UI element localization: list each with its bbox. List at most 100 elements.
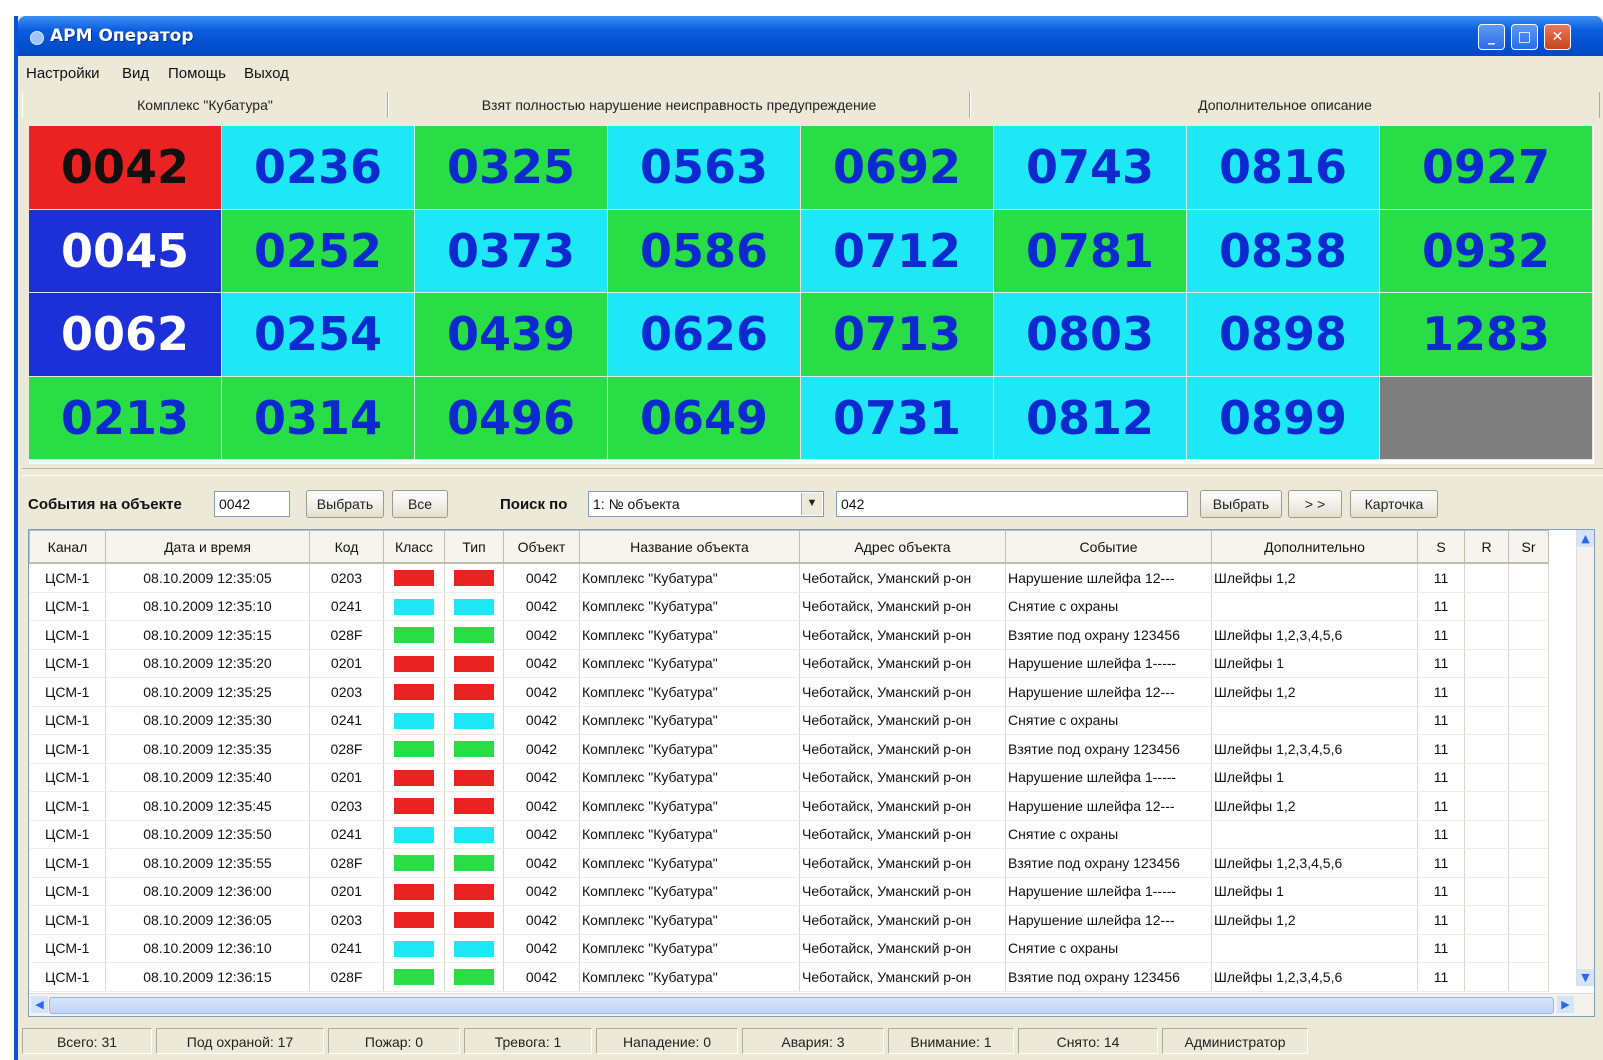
object-tile[interactable]: 0838 bbox=[1187, 209, 1380, 293]
table-row[interactable]: ЦСМ-1 08.10.2009 12:35:55 028F 0042 Комплекс… bbox=[29, 848, 1549, 878]
search-by-select[interactable]: 1: № объекта ▼ bbox=[588, 491, 824, 517]
column-header[interactable]: Тип bbox=[444, 530, 504, 564]
table-row[interactable]: ЦСМ-1 08.10.2009 12:35:40 0201 0042 Комплекс… bbox=[29, 763, 1549, 792]
object-number-input[interactable]: 0042 bbox=[214, 491, 290, 517]
table-row[interactable]: ЦСМ-1 08.10.2009 12:36:00 0201 0042 Комплекс… bbox=[29, 877, 1549, 906]
scroll-right-icon[interactable]: ▶ bbox=[1557, 996, 1574, 1013]
vertical-scrollbar[interactable]: ▲ ▼ bbox=[1576, 530, 1594, 986]
table-row[interactable]: ЦСМ-1 08.10.2009 12:35:45 0203 0042 Комплекс… bbox=[29, 791, 1549, 821]
close-button[interactable]: ✕ bbox=[1544, 24, 1571, 50]
object-tile[interactable]: 0586 bbox=[608, 209, 801, 293]
cell-object: 0042 bbox=[503, 677, 580, 707]
scroll-left-icon[interactable]: ◀ bbox=[31, 996, 48, 1013]
cell-class bbox=[383, 620, 445, 650]
column-header[interactable]: Канал bbox=[29, 530, 106, 564]
next-button[interactable]: > > bbox=[1288, 490, 1342, 518]
legend-states: Взят полностью нарушение неисправность п… bbox=[388, 92, 970, 118]
horizontal-scrollbar[interactable]: ◀ ▶ bbox=[29, 993, 1594, 1016]
cell-extra: Шлейфы 1,2,3,4,5,6 bbox=[1211, 620, 1418, 650]
cell-code: 0203 bbox=[309, 563, 384, 593]
object-tile[interactable]: 0816 bbox=[1187, 126, 1380, 210]
search-input[interactable]: 042 bbox=[836, 491, 1188, 517]
table-row[interactable]: ЦСМ-1 08.10.2009 12:35:05 0203 0042 Комплекс… bbox=[29, 563, 1549, 593]
object-tile[interactable]: 0236 bbox=[222, 126, 415, 210]
object-tile[interactable]: 0439 bbox=[415, 293, 608, 377]
object-tile[interactable]: 0314 bbox=[222, 376, 415, 460]
object-tile[interactable]: 0712 bbox=[801, 209, 994, 293]
object-tile[interactable]: 0045 bbox=[29, 209, 222, 293]
object-tile[interactable]: 0252 bbox=[222, 209, 415, 293]
title-bar[interactable]: АРМ Оператор _ □ ✕ bbox=[18, 16, 1603, 56]
table-row[interactable]: ЦСМ-1 08.10.2009 12:35:20 0201 0042 Комплекс… bbox=[29, 649, 1549, 678]
menu-settings[interactable]: Настройки bbox=[26, 65, 100, 82]
object-tile[interactable]: 0932 bbox=[1380, 209, 1593, 293]
menu-help[interactable]: Помощь bbox=[168, 65, 226, 82]
class-color-swatch bbox=[394, 627, 434, 644]
cell-sr bbox=[1508, 706, 1549, 735]
minimize-button[interactable]: _ bbox=[1478, 24, 1505, 50]
table-row[interactable]: ЦСМ-1 08.10.2009 12:35:35 028F 0042 Комплекс… bbox=[29, 734, 1549, 764]
column-header[interactable]: Объект bbox=[503, 530, 580, 564]
cell-extra: Шлейфы 1 bbox=[1211, 649, 1418, 678]
chevron-down-icon[interactable]: ▼ bbox=[801, 493, 822, 515]
maximize-button[interactable]: □ bbox=[1511, 24, 1538, 50]
object-tile[interactable]: 0213 bbox=[29, 376, 222, 460]
object-tile[interactable]: 0803 bbox=[994, 293, 1187, 377]
column-header[interactable]: Адрес объекта bbox=[799, 530, 1006, 564]
object-tile[interactable]: 0812 bbox=[994, 376, 1187, 460]
object-tile[interactable]: 0898 bbox=[1187, 293, 1380, 377]
table-row[interactable]: ЦСМ-1 08.10.2009 12:36:15 028F 0042 Комплекс… bbox=[29, 962, 1549, 992]
table-row[interactable]: ЦСМ-1 08.10.2009 12:35:15 028F 0042 Комплекс… bbox=[29, 620, 1549, 650]
cell-address: Чеботайск, Уманский р-он bbox=[799, 934, 1006, 963]
object-tile[interactable]: 0373 bbox=[415, 209, 608, 293]
scroll-down-icon[interactable]: ▼ bbox=[1577, 969, 1594, 986]
object-tile[interactable]: 0649 bbox=[608, 376, 801, 460]
column-header[interactable]: Класс bbox=[383, 530, 445, 564]
cell-event: Взятие под охрану 123456 bbox=[1005, 962, 1212, 992]
scroll-up-icon[interactable]: ▲ bbox=[1577, 530, 1594, 547]
cell-object: 0042 bbox=[503, 734, 580, 764]
object-tile[interactable]: 0692 bbox=[801, 126, 994, 210]
object-tile[interactable]: 0731 bbox=[801, 376, 994, 460]
search-select-button[interactable]: Выбрать bbox=[1200, 490, 1282, 518]
table-row[interactable]: ЦСМ-1 08.10.2009 12:35:30 0241 0042 Комплекс… bbox=[29, 706, 1549, 735]
cell-event: Нарушение шлейфа 12--- bbox=[1005, 905, 1212, 935]
status-bar: Всего: 31 Под охраной: 17 Пожар: 0 Трево… bbox=[18, 1020, 1603, 1060]
column-header[interactable]: Событие bbox=[1005, 530, 1212, 564]
object-tile[interactable]: 0927 bbox=[1380, 126, 1593, 210]
table-row[interactable]: ЦСМ-1 08.10.2009 12:35:50 0241 0042 Комплекс… bbox=[29, 820, 1549, 849]
column-header[interactable]: R bbox=[1464, 530, 1509, 564]
object-tile[interactable]: 0781 bbox=[994, 209, 1187, 293]
menu-view[interactable]: Вид bbox=[122, 65, 149, 82]
menu-exit[interactable]: Выход bbox=[244, 65, 289, 82]
object-tile[interactable]: 0626 bbox=[608, 293, 801, 377]
table-row[interactable]: ЦСМ-1 08.10.2009 12:36:10 0241 0042 Комплекс… bbox=[29, 934, 1549, 963]
object-tile[interactable]: 0325 bbox=[415, 126, 608, 210]
object-tile[interactable]: 0713 bbox=[801, 293, 994, 377]
object-card-button[interactable]: Карточка bbox=[1350, 490, 1438, 518]
cell-datetime: 08.10.2009 12:35:35 bbox=[105, 734, 310, 764]
object-tile[interactable]: 0563 bbox=[608, 126, 801, 210]
status-disarmed: Снято: 14 bbox=[1018, 1028, 1158, 1054]
select-object-button[interactable]: Выбрать bbox=[306, 490, 384, 518]
object-tile[interactable]: 0254 bbox=[222, 293, 415, 377]
table-row[interactable]: ЦСМ-1 08.10.2009 12:35:10 0241 0042 Комплекс… bbox=[29, 592, 1549, 621]
column-header[interactable]: Sr bbox=[1508, 530, 1549, 564]
object-tile[interactable]: 0899 bbox=[1187, 376, 1380, 460]
column-header[interactable]: Код bbox=[309, 530, 384, 564]
all-events-button[interactable]: Все bbox=[392, 490, 448, 518]
column-header[interactable]: S bbox=[1417, 530, 1465, 564]
object-tile[interactable]: 1283 bbox=[1380, 293, 1593, 377]
splitter[interactable] bbox=[22, 468, 1603, 476]
table-row[interactable]: ЦСМ-1 08.10.2009 12:35:25 0203 0042 Комплекс… bbox=[29, 677, 1549, 707]
column-header[interactable]: Дополнительно bbox=[1211, 530, 1418, 564]
column-header[interactable]: Дата и время bbox=[105, 530, 310, 564]
object-tile[interactable]: 0496 bbox=[415, 376, 608, 460]
object-tile[interactable]: 0062 bbox=[29, 293, 222, 377]
cell-sr bbox=[1508, 962, 1549, 992]
column-header[interactable]: Название объекта bbox=[579, 530, 800, 564]
object-tile[interactable]: 0042 bbox=[29, 126, 222, 210]
horizontal-scroll-thumb[interactable] bbox=[49, 997, 1554, 1014]
object-tile[interactable]: 0743 bbox=[994, 126, 1187, 210]
table-row[interactable]: ЦСМ-1 08.10.2009 12:36:05 0203 0042 Комплекс… bbox=[29, 905, 1549, 935]
